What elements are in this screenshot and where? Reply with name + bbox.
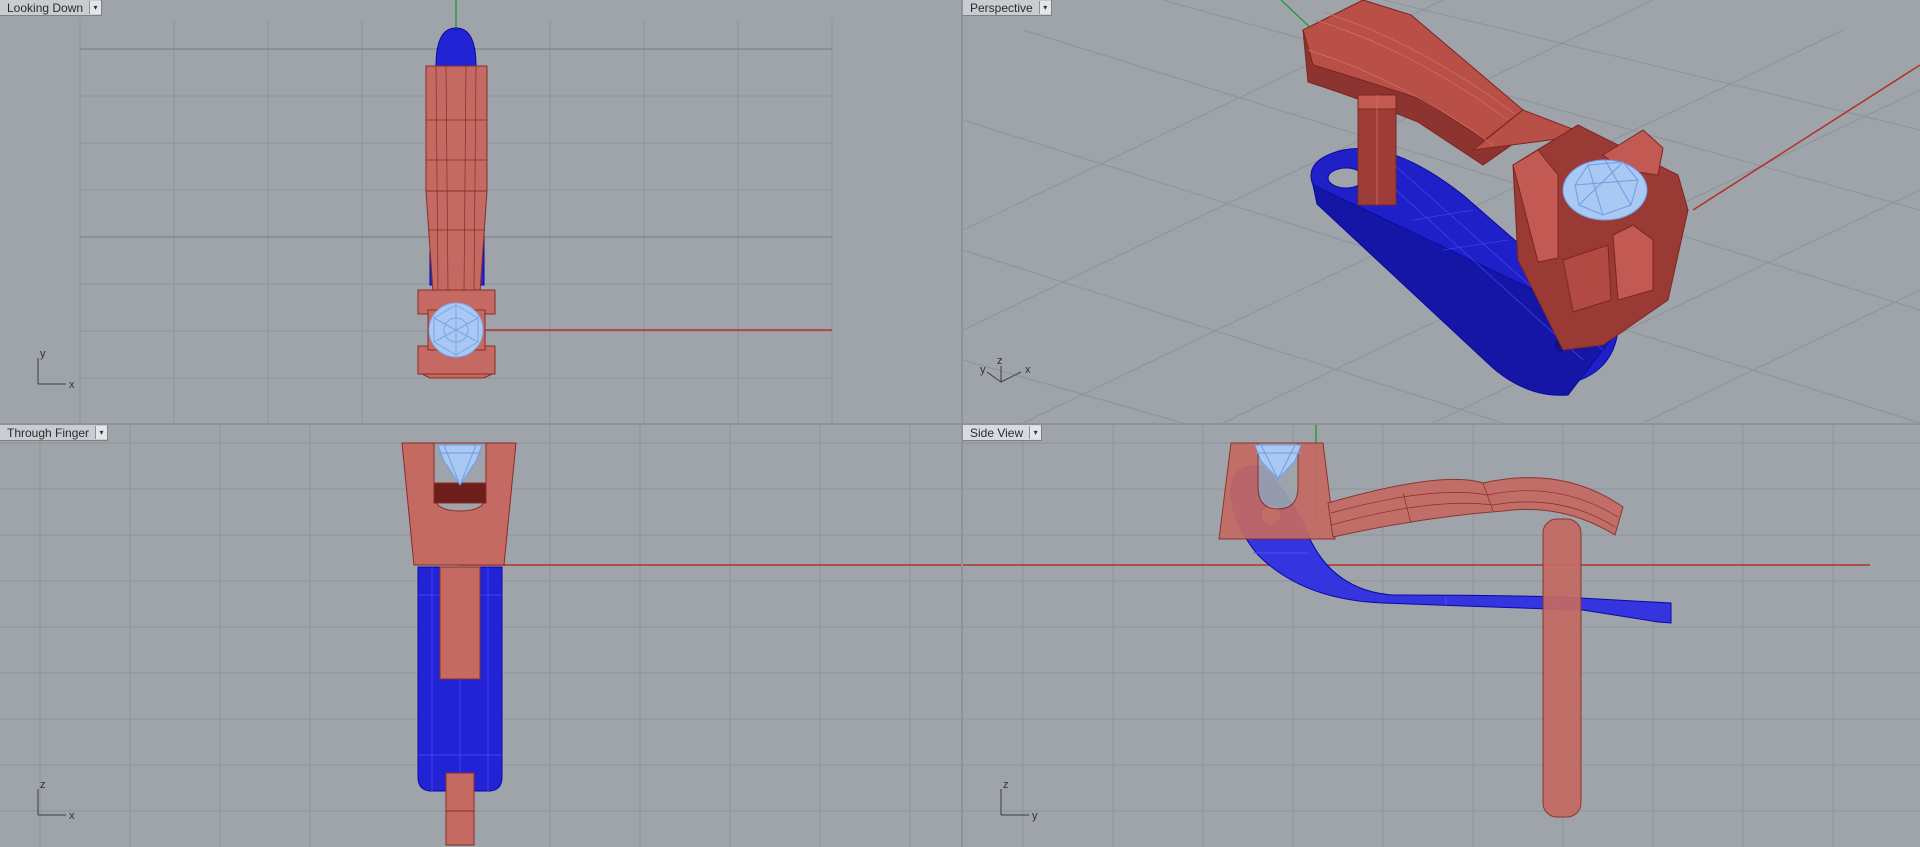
gem-icon xyxy=(1562,159,1648,221)
gem-icon xyxy=(428,302,484,358)
viewport-through-finger[interactable]: Through Finger ▾ z x xyxy=(0,425,961,847)
viewport-title-tab[interactable]: Perspective ▾ xyxy=(963,0,1052,16)
axis-label-z: z xyxy=(40,779,46,791)
viewport-title: Side View xyxy=(970,425,1024,440)
viewport-menu-dropdown-icon[interactable]: ▾ xyxy=(1029,426,1042,439)
viewport-side-view[interactable]: Side View ▾ z y xyxy=(963,425,1920,847)
viewport-menu-dropdown-icon[interactable]: ▾ xyxy=(95,426,108,439)
x-axis-line xyxy=(1692,64,1920,211)
viewport-canvas[interactable]: z x xyxy=(0,425,961,847)
red-arm-part xyxy=(1218,442,1624,818)
viewport-perspective[interactable]: Perspective ▾ y z x xyxy=(963,0,1920,423)
viewport-looking-down[interactable]: Looking Down ▾ y x xyxy=(0,0,961,423)
axis-label-x: x xyxy=(69,379,75,391)
axis-label-y: y xyxy=(980,364,986,376)
axis-label-z: z xyxy=(1003,779,1009,791)
axis-label-x: x xyxy=(1025,364,1031,376)
viewport-title: Through Finger xyxy=(7,425,90,440)
axis-triad-icon xyxy=(37,358,66,385)
axis-label-z: z xyxy=(997,355,1003,367)
viewport-canvas[interactable]: y x xyxy=(0,0,961,423)
axis-label-y: y xyxy=(40,348,46,360)
viewport-title: Perspective xyxy=(970,0,1033,15)
viewport-title: Looking Down xyxy=(7,0,84,15)
viewport-canvas[interactable]: z y xyxy=(963,425,1920,847)
viewport-menu-dropdown-icon[interactable]: ▾ xyxy=(1038,1,1051,14)
viewport-canvas[interactable]: y z x xyxy=(963,0,1920,423)
viewport-menu-dropdown-icon[interactable]: ▾ xyxy=(89,1,102,14)
viewport-title-tab[interactable]: Looking Down ▾ xyxy=(0,0,103,16)
axis-label-y: y xyxy=(1032,810,1038,822)
viewport-title-tab[interactable]: Through Finger ▾ xyxy=(0,425,109,441)
axis-label-x: x xyxy=(69,810,75,822)
viewport-title-tab[interactable]: Side View ▾ xyxy=(963,425,1043,441)
